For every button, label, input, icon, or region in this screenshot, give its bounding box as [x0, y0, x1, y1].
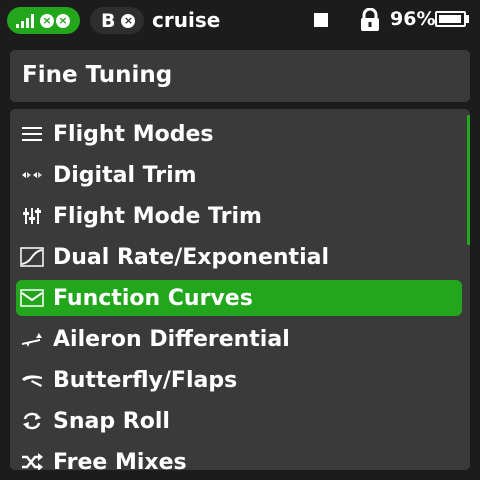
menu-item-label: Snap Roll — [53, 408, 170, 434]
menu-item-aileron-differential[interactable]: Aileron Differential — [16, 321, 462, 357]
battery-percent: 96% — [390, 8, 436, 30]
battery-icon — [435, 11, 466, 27]
scrollbar[interactable] — [467, 115, 470, 245]
menu-item-flight-modes[interactable]: Flight Modes — [16, 116, 462, 152]
sliders-icon — [20, 204, 44, 228]
roll-icon — [20, 409, 44, 433]
menu-item-label: Free Mixes — [53, 449, 187, 471]
arrows-icon — [20, 163, 44, 187]
menu-item-dual-rate-exponential[interactable]: Dual Rate/Exponential — [16, 239, 462, 275]
disconnected-icon: × — [121, 13, 136, 28]
transmitter-status-pill[interactable]: × × — [7, 7, 80, 34]
page-header: Fine Tuning — [10, 50, 470, 102]
list-icon — [20, 122, 44, 146]
menu-item-label: Butterfly/Flaps — [53, 367, 238, 393]
lock-icon[interactable] — [359, 8, 381, 32]
receiver-letter: B — [101, 9, 116, 32]
menu-item-function-curves[interactable]: Function Curves — [16, 280, 462, 316]
disconnected-icon: × — [56, 13, 70, 28]
menu-item-label: Aileron Differential — [53, 326, 290, 352]
menu-item-label: Digital Trim — [53, 162, 197, 188]
stop-icon[interactable] — [314, 13, 328, 27]
aileron-icon — [20, 327, 44, 351]
receiver-status-pill[interactable]: B × — [90, 7, 144, 34]
menu-item-label: Function Curves — [53, 285, 253, 311]
menu-item-snap-roll[interactable]: Snap Roll — [16, 403, 462, 439]
menu-item-flight-mode-trim[interactable]: Flight Mode Trim — [16, 198, 462, 234]
battery-tip — [466, 15, 469, 23]
function-curve-icon — [20, 286, 44, 310]
menu-item-label: Flight Modes — [53, 121, 214, 147]
menu-item-digital-trim[interactable]: Digital Trim — [16, 157, 462, 193]
status-bar: × × B × cruise 96% — [0, 0, 480, 40]
model-name[interactable]: cruise — [152, 8, 220, 32]
wing-flap-icon — [20, 368, 44, 392]
menu-item-butterfly-flaps[interactable]: Butterfly/Flaps — [16, 362, 462, 398]
signal-strength-icon — [16, 13, 34, 28]
page-title: Fine Tuning — [22, 62, 173, 88]
menu-item-free-mixes[interactable]: Free Mixes — [16, 444, 462, 470]
disconnected-icon: × — [40, 13, 54, 28]
menu-item-label: Flight Mode Trim — [53, 203, 262, 229]
menu-list[interactable]: Flight Modes Digital Trim Flight Mode Tr… — [10, 109, 470, 470]
expo-curve-icon — [20, 245, 44, 269]
shuffle-icon — [20, 450, 44, 470]
menu-item-label: Dual Rate/Exponential — [53, 244, 329, 270]
